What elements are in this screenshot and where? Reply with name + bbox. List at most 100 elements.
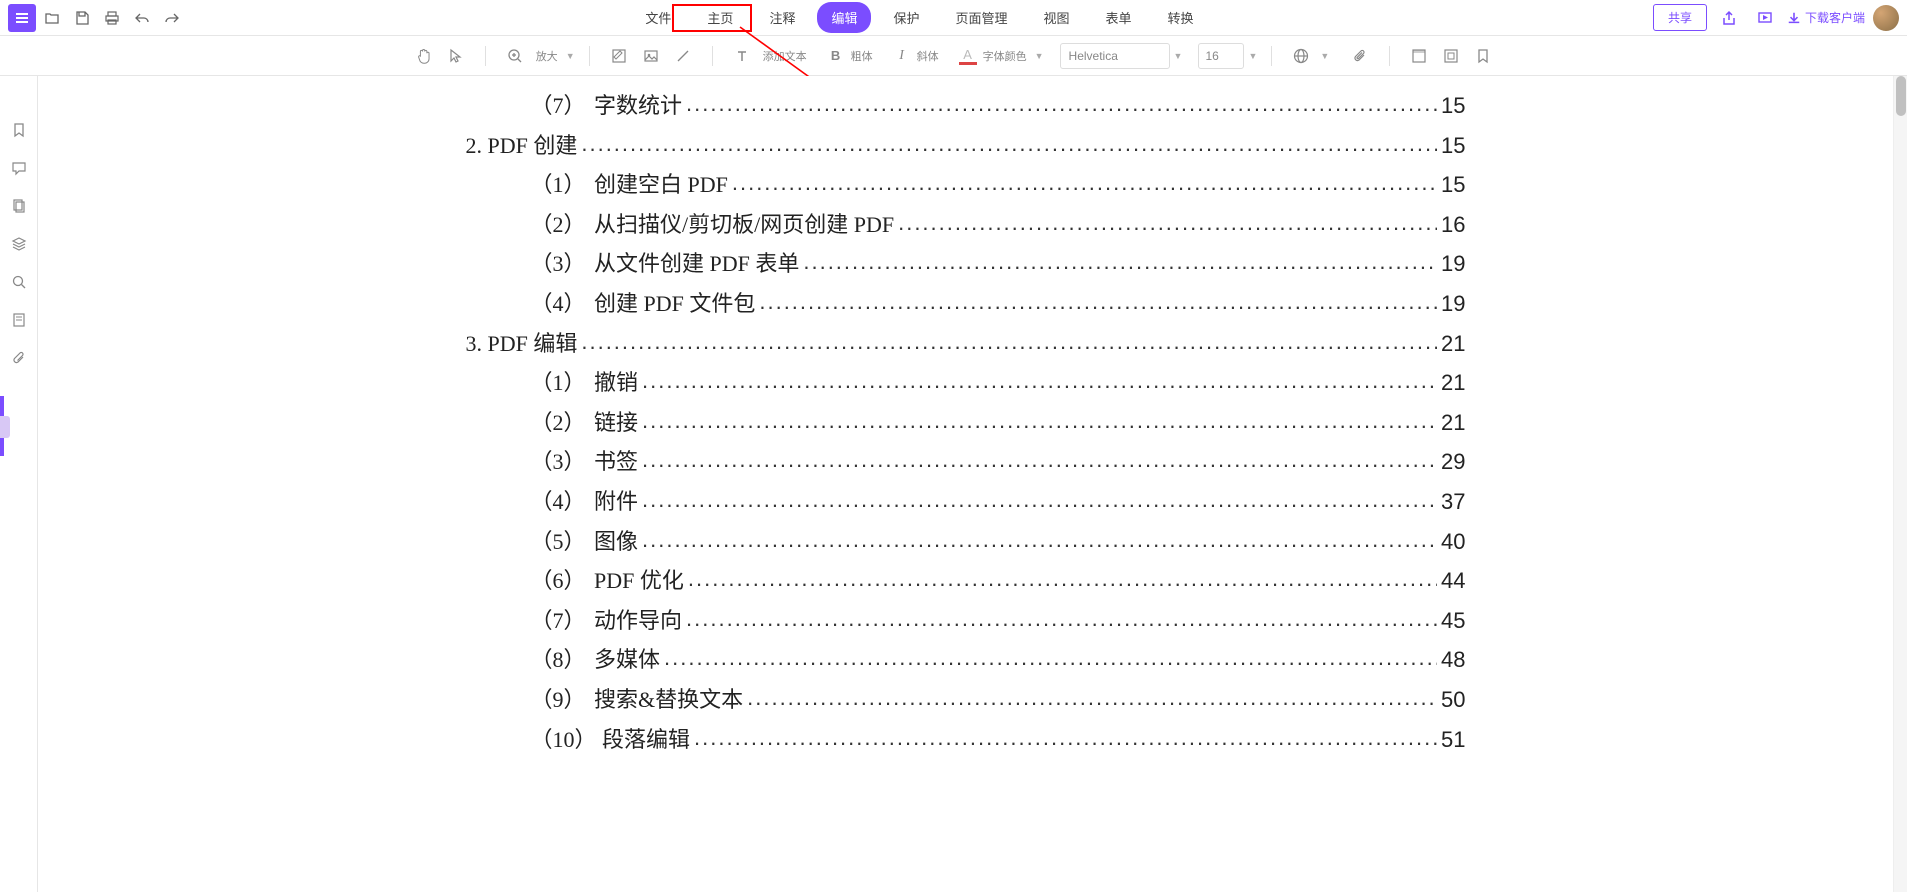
toc-page-number: 15 xyxy=(1441,86,1465,126)
bookmark-tool-icon[interactable] xyxy=(1468,41,1498,71)
menu-tab[interactable]: 视图 xyxy=(1030,2,1084,33)
download-client-button[interactable]: 下载客户端 xyxy=(1787,9,1865,26)
hand-tool-icon[interactable] xyxy=(409,41,439,71)
toc-entry[interactable]: （2） 链接21 xyxy=(531,403,1466,443)
toc-title: （7） 动作导向 xyxy=(531,601,683,641)
toc-entry[interactable]: （7） 动作导向 45 xyxy=(531,601,1466,641)
toc-entry[interactable]: （10） 段落编辑51 xyxy=(531,720,1466,760)
sidebar-pages-icon[interactable] xyxy=(5,192,33,220)
link-dropdown-icon[interactable]: ▼ xyxy=(1320,51,1329,61)
user-avatar[interactable] xyxy=(1873,5,1899,31)
background-icon[interactable] xyxy=(1436,41,1466,71)
menu-tab[interactable]: 转换 xyxy=(1154,2,1208,33)
line-tool-icon[interactable] xyxy=(668,41,698,71)
toc-leader-dots xyxy=(759,282,1437,322)
share-button[interactable]: 共享 xyxy=(1653,4,1707,31)
menu-tab[interactable]: 页面管理 xyxy=(941,2,1021,33)
redo-icon[interactable] xyxy=(158,4,186,32)
toc-page-number: 16 xyxy=(1441,205,1465,245)
open-icon[interactable] xyxy=(38,4,66,32)
toc-title: （3） 从文件创建 PDF 表单 xyxy=(531,244,800,284)
main-area: （7） 字数统计 152. PDF 创建15（1） 创建空白 PDF15（2） 从… xyxy=(0,76,1907,892)
toc-entry[interactable]: （7） 字数统计 15 xyxy=(531,86,1466,126)
italic-icon[interactable]: I xyxy=(893,48,911,64)
document-viewer[interactable]: （7） 字数统计 152. PDF 创建15（1） 创建空白 PDF15（2） 从… xyxy=(38,76,1893,892)
toc-page-number: 45 xyxy=(1441,601,1465,641)
add-text-label: 添加文本 xyxy=(759,48,811,64)
bold-icon[interactable]: B xyxy=(827,48,845,63)
toc-title: （7） 字数统计 xyxy=(531,86,683,126)
sidebar-comments-icon[interactable] xyxy=(5,154,33,182)
toc-page-number: 21 xyxy=(1441,324,1465,364)
sidebar-layers-icon[interactable] xyxy=(5,230,33,258)
vertical-scrollbar[interactable] xyxy=(1893,76,1907,892)
toc-entry[interactable]: 3. PDF 编辑21 xyxy=(466,324,1466,364)
font-color-dropdown-icon[interactable]: ▼ xyxy=(1035,51,1044,61)
print-icon[interactable] xyxy=(98,4,126,32)
image-tool-icon[interactable] xyxy=(636,41,666,71)
toc-title: （5） 图像 xyxy=(531,522,639,562)
toc-leader-dots xyxy=(581,322,1437,362)
font-family-select[interactable] xyxy=(1060,43,1170,69)
sidebar-expand-tab[interactable] xyxy=(0,416,10,438)
menu-tab[interactable]: 表单 xyxy=(1092,2,1146,33)
toc-entry[interactable]: （1） 创建空白 PDF15 xyxy=(531,165,1466,205)
italic-label: 斜体 xyxy=(913,48,943,64)
left-sidebar xyxy=(0,76,38,892)
toc-entry[interactable]: （1） 撤销 21 xyxy=(531,363,1466,403)
quick-access-toolbar xyxy=(8,4,186,32)
menu-tab[interactable]: 注释 xyxy=(755,2,809,33)
toc-entry[interactable]: 2. PDF 创建15 xyxy=(466,126,1466,166)
menu-tab[interactable]: 主页 xyxy=(693,2,747,33)
toc-title: （1） 撤销 xyxy=(531,363,639,403)
toc-entry[interactable]: （9） 搜索&替换文本50 xyxy=(531,680,1466,720)
menu-tab[interactable]: 编辑 xyxy=(817,2,871,33)
toc-entry[interactable]: （3） 书签29 xyxy=(531,442,1466,482)
toc-entry[interactable]: （4） 创建 PDF 文件包 19 xyxy=(531,284,1466,324)
toc-entry[interactable]: （5） 图像40 xyxy=(531,522,1466,562)
font-family-dropdown-icon[interactable]: ▼ xyxy=(1174,51,1183,61)
toc-title: （3） 书签 xyxy=(531,442,639,482)
toc-entry[interactable]: （6） PDF 优化44 xyxy=(531,561,1466,601)
toc-leader-dots xyxy=(642,401,1437,441)
toc-entry[interactable]: （3） 从文件创建 PDF 表单19 xyxy=(531,244,1466,284)
undo-icon[interactable] xyxy=(128,4,156,32)
toc-title: （10） 段落编辑 xyxy=(531,720,691,760)
text-tool-icon[interactable] xyxy=(727,41,757,71)
toc-leader-dots xyxy=(688,559,1437,599)
font-size-select[interactable] xyxy=(1198,43,1244,69)
toc-page-number: 50 xyxy=(1441,680,1465,720)
zoom-in-icon[interactable] xyxy=(500,41,530,71)
link-tool-icon[interactable] xyxy=(1286,41,1316,71)
sidebar-attachments-icon[interactable] xyxy=(5,344,33,372)
font-color-icon[interactable]: A xyxy=(959,47,977,65)
toc-title: （4） 创建 PDF 文件包 xyxy=(531,284,756,324)
toc-leader-dots xyxy=(747,678,1437,718)
font-size-dropdown-icon[interactable]: ▼ xyxy=(1248,51,1257,61)
menu-tab[interactable]: 文件 xyxy=(631,2,685,33)
save-icon[interactable] xyxy=(68,4,96,32)
toc-leader-dots xyxy=(732,163,1437,203)
export-icon[interactable] xyxy=(1715,4,1743,32)
app-menu-icon[interactable] xyxy=(8,4,36,32)
toc-page-number: 21 xyxy=(1441,363,1465,403)
toc-leader-dots xyxy=(581,124,1437,164)
attachment-tool-icon[interactable] xyxy=(1345,41,1375,71)
toc-title: （2） 链接 xyxy=(531,403,639,443)
toc-entry[interactable]: （4） 附件37 xyxy=(531,482,1466,522)
toc-entry[interactable]: （8） 多媒体48 xyxy=(531,640,1466,680)
toc-page-number: 19 xyxy=(1441,284,1465,324)
toc-entry[interactable]: （2） 从扫描仪/剪切板/网页创建 PDF16 xyxy=(531,205,1466,245)
sidebar-bookmarks-icon[interactable] xyxy=(5,116,33,144)
toc-page-number: 15 xyxy=(1441,165,1465,205)
sidebar-fields-icon[interactable] xyxy=(5,306,33,334)
scrollbar-thumb[interactable] xyxy=(1896,76,1906,116)
present-icon[interactable] xyxy=(1751,4,1779,32)
sidebar-search-icon[interactable] xyxy=(5,268,33,296)
toc-leader-dots xyxy=(686,84,1437,124)
header-footer-icon[interactable] xyxy=(1404,41,1434,71)
select-tool-icon[interactable] xyxy=(441,41,471,71)
edit-content-icon[interactable] xyxy=(604,41,634,71)
menu-tab[interactable]: 保护 xyxy=(879,2,933,33)
zoom-dropdown-icon[interactable]: ▼ xyxy=(566,51,575,61)
